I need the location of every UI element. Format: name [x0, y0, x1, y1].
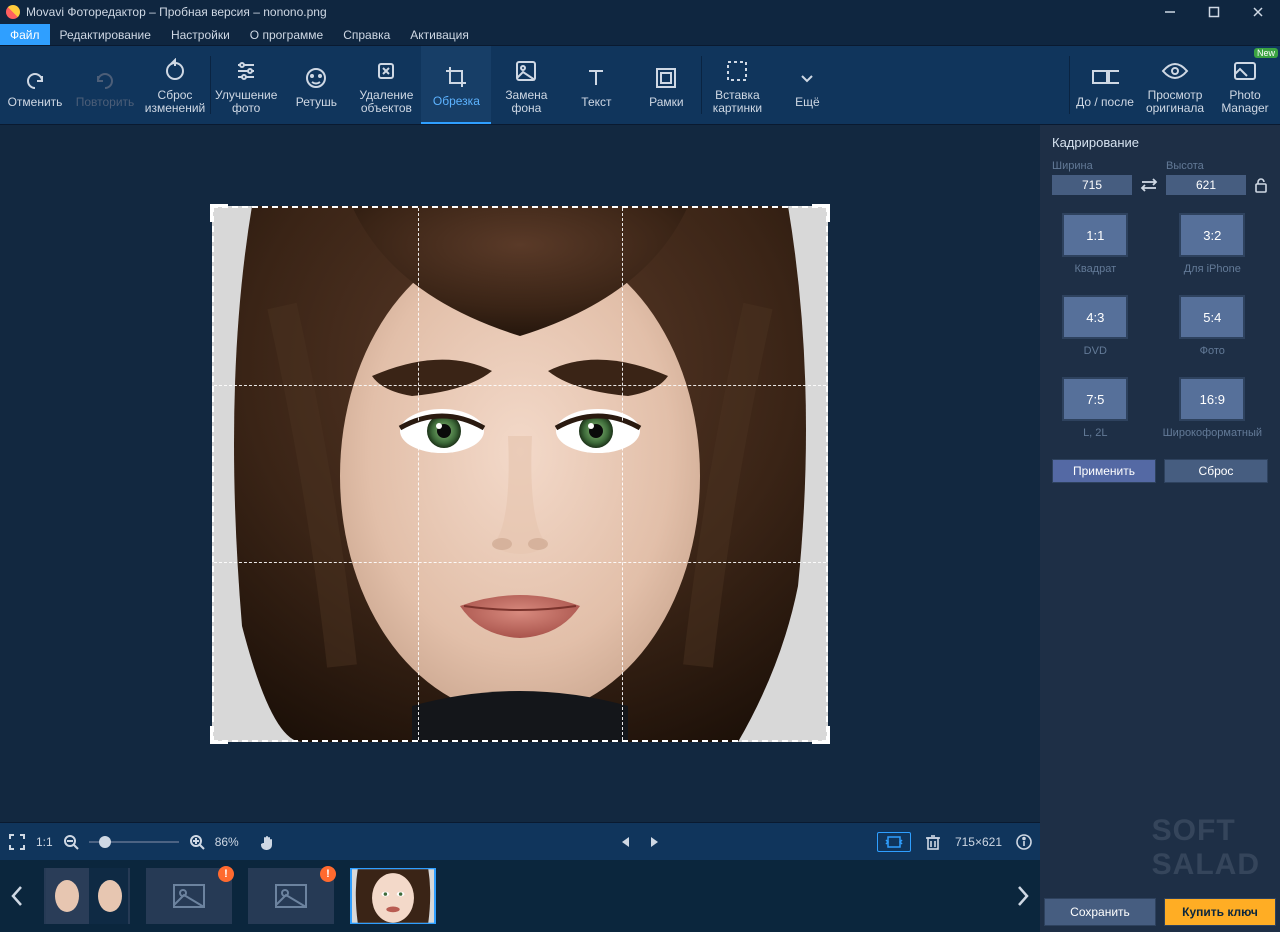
crop-handle-tl[interactable]: [210, 204, 228, 222]
side-panel: Кадрирование Ширина Высота 1:1Квадрат 3:…: [1040, 125, 1280, 932]
redo-icon: [91, 64, 119, 92]
frame-icon: [652, 64, 680, 92]
insert-image-button[interactable]: Вставка картинки: [702, 46, 772, 124]
dimensions-label: 715×621: [955, 835, 1002, 849]
ratio-5-4[interactable]: 5:4: [1179, 295, 1245, 339]
crop-handle-bl[interactable]: [210, 726, 228, 744]
menu-help[interactable]: Справка: [333, 24, 400, 45]
image-placeholder-icon: [172, 883, 206, 909]
menu-settings[interactable]: Настройки: [161, 24, 240, 45]
chevron-down-icon: [793, 64, 821, 92]
frames-button[interactable]: Рамки: [631, 46, 701, 124]
more-button[interactable]: Ещё: [772, 46, 842, 124]
zoom-out-icon[interactable]: [63, 834, 79, 850]
warning-badge: !: [218, 866, 234, 882]
manager-icon: [1231, 57, 1259, 85]
height-label: Высота: [1166, 160, 1246, 172]
before-after-button[interactable]: До / после: [1070, 46, 1140, 124]
zoom-slider[interactable]: [89, 841, 179, 843]
photo-manager-button[interactable]: New Photo Manager: [1210, 46, 1280, 124]
new-badge: New: [1254, 48, 1278, 58]
remove-objects-button[interactable]: Удаление объектов: [351, 46, 421, 124]
info-icon[interactable]: [1016, 834, 1032, 850]
filmstrip-next[interactable]: [1012, 868, 1034, 924]
eye-icon: [1161, 57, 1189, 85]
ratio-grid: 1:1Квадрат 3:2Для iPhone 4:3DVD 5:4Фото …: [1040, 203, 1280, 455]
text-icon: [582, 64, 610, 92]
thumb-3[interactable]: !: [248, 868, 334, 924]
action-bar: Сохранить Купить ключ: [1040, 892, 1280, 932]
close-button[interactable]: [1236, 0, 1280, 24]
apply-button[interactable]: Применить: [1052, 459, 1156, 483]
crop-overlay[interactable]: [212, 206, 828, 742]
reset-button[interactable]: Сброс изменений: [140, 46, 210, 124]
toolbar: Отменить Повторить Сброс изменений Улучш…: [0, 46, 1280, 125]
text-button[interactable]: Текст: [561, 46, 631, 124]
view-original-button[interactable]: Просмотр оригинала: [1140, 46, 1210, 124]
ratio-3-2[interactable]: 3:2: [1179, 213, 1245, 257]
canvas-viewport[interactable]: [0, 125, 1040, 822]
fullscreen-icon[interactable]: [8, 833, 26, 851]
swap-icon[interactable]: [1140, 164, 1158, 192]
fit-to-screen-icon[interactable]: [877, 832, 911, 852]
ratio-1-1[interactable]: 1:1: [1062, 213, 1128, 257]
next-icon[interactable]: [647, 835, 661, 849]
menu-file[interactable]: Файл: [0, 24, 50, 45]
insert-icon: [723, 57, 751, 85]
image-placeholder-icon: [274, 883, 308, 909]
menu-activation[interactable]: Активация: [400, 24, 479, 45]
ratio-7-5[interactable]: 7:5: [1062, 377, 1128, 421]
crop-button[interactable]: Обрезка: [421, 46, 491, 124]
zoom-value: 86%: [215, 835, 239, 849]
thumb-4[interactable]: [350, 868, 436, 924]
eraser-icon: [372, 57, 400, 85]
filmstrip-prev[interactable]: [6, 868, 28, 924]
ratio-16-9[interactable]: 16:9: [1179, 377, 1245, 421]
save-button[interactable]: Сохранить: [1044, 898, 1156, 926]
minimize-button[interactable]: [1148, 0, 1192, 24]
lock-icon[interactable]: [1254, 163, 1268, 193]
app-logo-icon: [6, 5, 20, 19]
crop-handle-br[interactable]: [812, 726, 830, 744]
crop-icon: [442, 63, 470, 91]
width-label: Ширина: [1052, 160, 1132, 172]
crop-frame[interactable]: [212, 206, 828, 742]
panel-title: Кадрирование: [1040, 125, 1280, 160]
reset-crop-button[interactable]: Сброс: [1164, 459, 1268, 483]
face-icon: [302, 64, 330, 92]
thumb-1[interactable]: [44, 868, 130, 924]
buy-key-button[interactable]: Купить ключ: [1164, 898, 1276, 926]
filmstrip: ! !: [0, 860, 1040, 932]
retouch-button[interactable]: Ретушь: [281, 46, 351, 124]
prev-icon[interactable]: [619, 835, 633, 849]
fit-label[interactable]: 1:1: [36, 835, 53, 849]
zoom-in-icon[interactable]: [189, 834, 205, 850]
enhance-button[interactable]: Улучшение фото: [211, 46, 281, 124]
sliders-icon: [232, 57, 260, 85]
window-title: Movavi Фоторедактор – Пробная версия – n…: [26, 5, 327, 19]
maximize-button[interactable]: [1192, 0, 1236, 24]
undo-icon: [21, 64, 49, 92]
menu-about[interactable]: О программе: [240, 24, 333, 45]
background-button[interactable]: Замена фона: [491, 46, 561, 124]
ratio-4-3[interactable]: 4:3: [1062, 295, 1128, 339]
compare-icon: [1091, 64, 1119, 92]
title-bar: Movavi Фоторедактор – Пробная версия – n…: [0, 0, 1280, 24]
redo-button[interactable]: Повторить: [70, 46, 140, 124]
warning-badge: !: [320, 866, 336, 882]
background-icon: [512, 57, 540, 85]
undo-button[interactable]: Отменить: [0, 46, 70, 124]
footer-bar: 1:1 86% 715×621: [0, 822, 1040, 860]
menu-bar: Файл Редактирование Настройки О программ…: [0, 24, 1280, 46]
height-input[interactable]: [1166, 175, 1246, 195]
crop-handle-tr[interactable]: [812, 204, 830, 222]
menu-edit[interactable]: Редактирование: [50, 24, 161, 45]
delete-icon[interactable]: [925, 833, 941, 851]
width-input[interactable]: [1052, 175, 1132, 195]
thumb-2[interactable]: !: [146, 868, 232, 924]
reset-icon: [161, 57, 189, 85]
hand-icon[interactable]: [259, 833, 277, 851]
